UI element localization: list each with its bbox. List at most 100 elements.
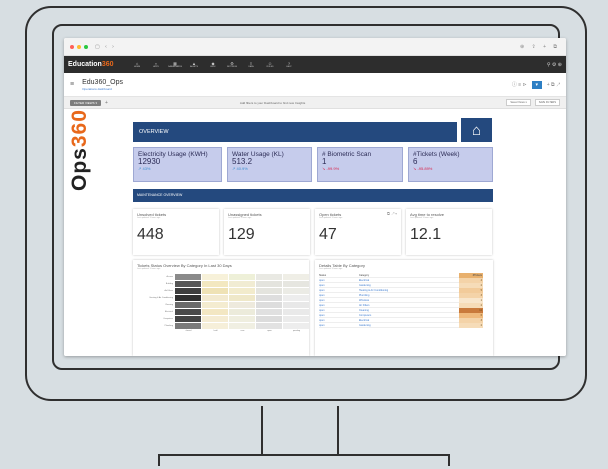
dashboard-subtitle[interactable]: Operations dashboard — [82, 87, 123, 91]
nav-item[interactable]: ▦ DASHBOARDS — [166, 61, 185, 69]
status-cell[interactable]: open — [319, 304, 359, 307]
category-cell[interactable]: Cleaning — [359, 309, 459, 312]
status-cell[interactable]: open — [319, 279, 359, 282]
heatmap-cell[interactable] — [229, 287, 255, 294]
nav-item[interactable]: ▪ APPS — [147, 61, 166, 69]
heatmap-cell[interactable] — [283, 273, 309, 280]
heatmap-cell[interactable] — [229, 301, 255, 308]
heatmap-cell[interactable] — [256, 322, 282, 329]
heatmap-cell[interactable] — [202, 308, 228, 315]
kpi-card[interactable]: # Biometric Scan 1 ↘ -99.9% — [317, 147, 403, 182]
status-cell[interactable]: open — [319, 309, 359, 312]
ticket-tile[interactable]: Open tickets Last updated: 3 hours ago 47 ⧉… — [315, 209, 401, 255]
dashboard-actions-icons[interactable]: + ⧉ ↗ — [547, 82, 560, 88]
heatmap-cell[interactable] — [175, 273, 201, 280]
heatmap-cell[interactable] — [229, 294, 255, 301]
heatmap-cell[interactable] — [256, 287, 282, 294]
filter-views-button[interactable]: FILTER VIEWS ▾ — [70, 99, 101, 106]
heatmap-cell[interactable] — [283, 287, 309, 294]
heatmap-cell[interactable] — [175, 322, 201, 329]
status-cell[interactable]: open — [319, 284, 359, 287]
kpi-card[interactable]: Water Usage (KL) 513.2 ↗ 40.9% — [227, 147, 312, 182]
category-cell[interactable]: Plumbing — [359, 294, 459, 297]
heatmap-cell[interactable] — [229, 315, 255, 322]
heatmap-cell[interactable] — [229, 308, 255, 315]
saved-views-button[interactable]: Saved Views ▾ — [506, 99, 531, 106]
window-minimize-dot[interactable] — [77, 44, 81, 49]
heatmap-cell[interactable] — [283, 315, 309, 322]
category-cell[interactable]: Electrical — [359, 279, 459, 282]
heatmap-cell[interactable] — [283, 308, 309, 315]
category-cell[interactable]: Windows — [359, 299, 459, 302]
ticket-tile[interactable]: Avg time to resolve Last updated: 3 hours… — [406, 209, 492, 255]
ticket-tile[interactable]: Unassigned tickets Last updated: 3 hours … — [224, 209, 310, 255]
category-cell[interactable]: Computers — [359, 314, 459, 317]
kpi-value: 513.2 — [232, 157, 253, 166]
heatmap-cell[interactable] — [202, 287, 228, 294]
status-cell[interactable]: open — [319, 319, 359, 322]
heatmap-cell[interactable] — [229, 273, 255, 280]
category-cell[interactable]: Air Filters — [359, 304, 459, 307]
heatmap-cell[interactable] — [256, 294, 282, 301]
menu-icon[interactable]: ≡ — [70, 81, 74, 88]
heatmap-cell[interactable] — [175, 287, 201, 294]
heatmap-cell[interactable] — [256, 273, 282, 280]
heatmap-cell[interactable] — [202, 315, 228, 322]
nav-item[interactable]: ≡ DATA — [242, 61, 261, 69]
nav-item[interactable]: ◆ BULK — [204, 61, 223, 69]
heatmap-cell[interactable] — [283, 301, 309, 308]
heatmap-cell[interactable] — [175, 294, 201, 301]
nav-item[interactable]: ☺ ROLES — [261, 61, 280, 69]
heatmap-cell[interactable] — [175, 308, 201, 315]
dashboard-toolbar-icons[interactable]: ⓘ ≡ ⊳ — [512, 81, 527, 88]
heatmap-cell[interactable] — [283, 280, 309, 287]
heatmap-cell[interactable] — [202, 301, 228, 308]
table-row[interactable]: open Gardening 2 — [319, 322, 483, 328]
heatmap-cell[interactable] — [229, 280, 255, 287]
heatmap-cell[interactable] — [256, 301, 282, 308]
heatmap-cell[interactable] — [175, 315, 201, 322]
heatmap-cell[interactable] — [175, 301, 201, 308]
category-cell[interactable]: Gardening — [359, 284, 459, 287]
heatmap-col-label: open — [267, 330, 272, 332]
heatmap-cell[interactable] — [256, 308, 282, 315]
heatmap-cell[interactable] — [256, 315, 282, 322]
status-cell[interactable]: open — [319, 299, 359, 302]
nav-item[interactable]: ⚙ SETTINGS — [223, 61, 242, 69]
home-tile[interactable]: ⌂ — [461, 118, 492, 142]
kpi-card[interactable]: #Tickets (Week) 6 ↘ -95.89% — [408, 147, 493, 182]
tile-action-icons[interactable]: ⧉ ↗ ▾ — [387, 211, 397, 216]
heatmap-cell[interactable] — [202, 280, 228, 287]
filter-toggle-button[interactable]: ▾ — [531, 80, 542, 89]
browser-action-icons[interactable]: ⊕ ⇪ + ⧉ — [520, 44, 560, 50]
heatmap-cell[interactable] — [283, 294, 309, 301]
window-maximize-dot[interactable] — [84, 44, 88, 49]
heatmap-cell[interactable] — [202, 273, 228, 280]
details-header-cell[interactable]: Category — [359, 274, 459, 277]
heatmap-cell[interactable] — [175, 280, 201, 287]
heatmap-cell[interactable] — [283, 322, 309, 329]
nav-right-icons[interactable]: ⚲ ⚙ ⊕ — [547, 62, 562, 68]
heatmap-cell[interactable] — [229, 322, 255, 329]
browser-nav-icons[interactable]: ▢ ‹ › — [95, 44, 116, 50]
status-cell[interactable]: open — [319, 289, 359, 292]
brand-logo[interactable]: Education360 — [68, 61, 114, 68]
window-close-dot[interactable] — [70, 44, 74, 49]
add-filter-button[interactable]: + — [105, 100, 108, 106]
category-cell[interactable]: Electrical — [359, 319, 459, 322]
ticket-tile[interactable]: Unsolved tickets Last updated: 3 hours ag… — [133, 209, 219, 255]
nav-item[interactable]: ? HELP — [280, 61, 299, 69]
heatmap-cell[interactable] — [202, 294, 228, 301]
heatmap-cell[interactable] — [256, 280, 282, 287]
status-cell[interactable]: open — [319, 294, 359, 297]
nav-item[interactable]: ▲ ALERTS — [185, 61, 204, 69]
status-cell[interactable]: open — [319, 324, 359, 327]
details-header-cell[interactable]: Status — [319, 274, 359, 277]
category-cell[interactable]: Gardening — [359, 324, 459, 327]
kpi-card[interactable]: Electricity Usage (KWH) 12930 ↗ 43% — [133, 147, 222, 182]
nav-item[interactable]: ⌂ HOME — [128, 61, 147, 69]
category-cell[interactable]: Heating & Air Conditioning — [359, 289, 459, 292]
status-cell[interactable]: open — [319, 314, 359, 317]
save-filters-button[interactable]: SAVE FILTERS — [534, 99, 560, 106]
heatmap-cell[interactable] — [202, 322, 228, 329]
